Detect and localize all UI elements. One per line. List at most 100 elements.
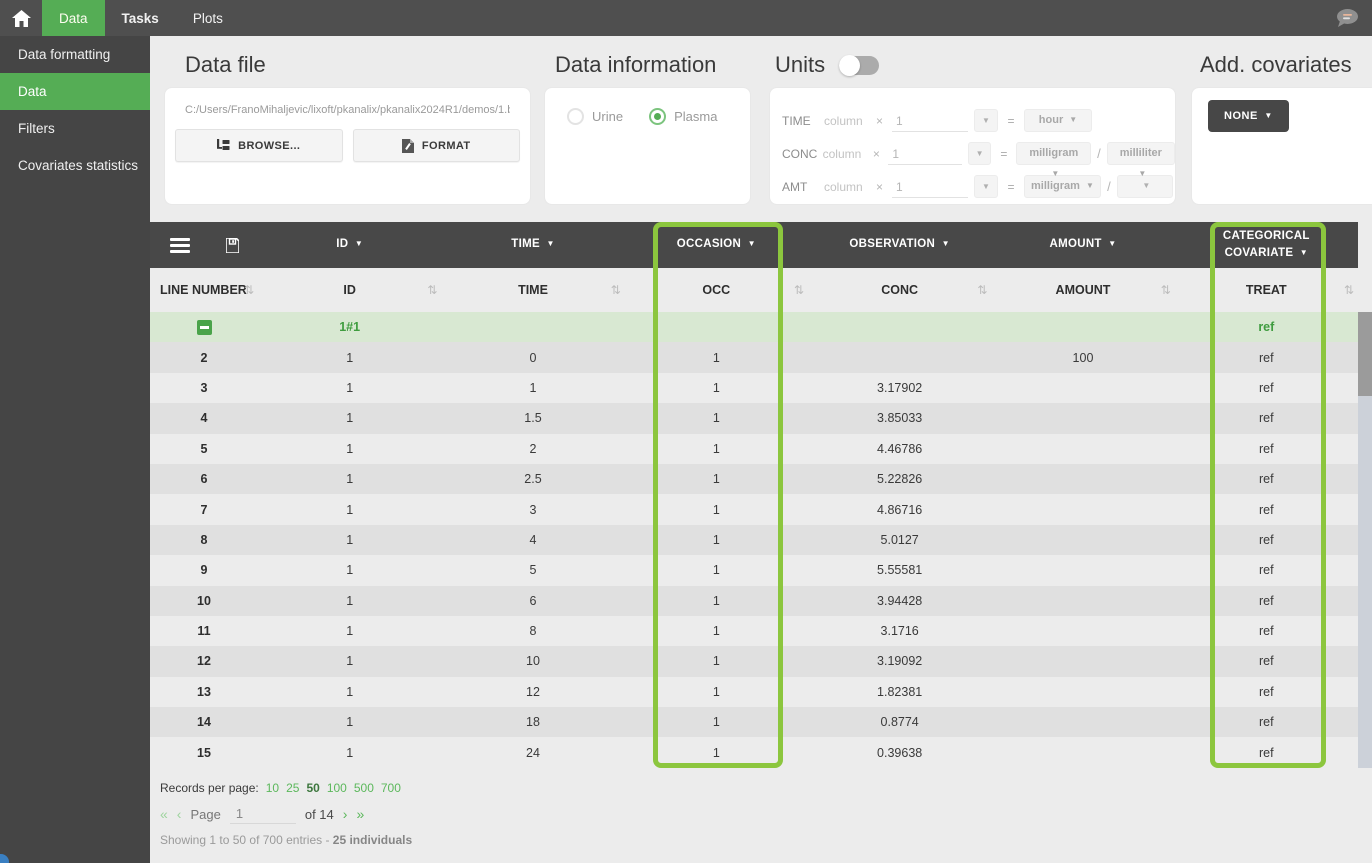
tab-data[interactable]: Data xyxy=(42,0,105,36)
table-row[interactable]: 13 1 12 1 1.82381 ref xyxy=(150,676,1358,708)
format-button[interactable]: FORMAT xyxy=(352,129,520,162)
save-icon[interactable] xyxy=(226,237,239,253)
sort-icon[interactable]: ⇅ xyxy=(1161,283,1171,297)
cell-line-number: 12 xyxy=(197,654,211,669)
table-group-row[interactable]: 1#1 ref xyxy=(150,312,1358,343)
unit-dropdown-amt[interactable]: milligram ▼ xyxy=(1024,175,1101,198)
collapse-group-icon[interactable] xyxy=(196,319,212,335)
table-scrollbar-thumb[interactable] xyxy=(1358,312,1372,396)
cell-id: 1 xyxy=(346,745,354,760)
table-scrollbar[interactable] xyxy=(1358,312,1372,768)
unit-column-dropdown[interactable]: ▼ xyxy=(974,175,998,198)
prev-page-button[interactable]: ‹ xyxy=(177,806,182,822)
sort-icon[interactable]: ⇅ xyxy=(427,283,437,297)
table-row[interactable]: 9 1 5 1 5.55581 ref xyxy=(150,555,1358,586)
page-count-label: of 14 xyxy=(304,806,334,822)
column-header-label: OCC xyxy=(702,283,731,297)
table-row[interactable]: 10 1 6 1 3.94428 ref xyxy=(150,585,1358,616)
table-row[interactable]: 12 1 10 1 3.19092 ref xyxy=(150,646,1358,677)
column-type-categorical-covariate[interactable]: CATEGORICAL COVARIATE ▼ xyxy=(1175,228,1358,263)
cell-occ: 1 xyxy=(712,380,720,395)
cell-line-number: 3 xyxy=(200,380,208,395)
sidebar-item-covariates-statistics[interactable]: Covariates statistics xyxy=(0,147,150,184)
unit-row-label: TIME xyxy=(782,113,811,128)
sidebar-item-data-formatting[interactable]: Data formatting xyxy=(0,36,150,73)
tab-plots[interactable]: Plots xyxy=(176,0,240,36)
records-option-700[interactable]: 700 xyxy=(381,781,401,795)
column-type-time[interactable]: TIME ▼ xyxy=(441,228,624,263)
covariates-none-dropdown[interactable]: NONE ▼ xyxy=(1208,100,1289,132)
unit-factor-input[interactable]: 1 xyxy=(888,143,962,165)
first-page-button[interactable]: « xyxy=(160,806,168,822)
column-header-occ: OCC ⇅ xyxy=(625,283,808,297)
page-label: Page xyxy=(190,806,221,822)
sort-icon[interactable]: ⇅ xyxy=(244,283,254,297)
cell-treat: ref xyxy=(1259,350,1274,365)
column-type-observation[interactable]: OBSERVATION ▼ xyxy=(808,228,991,263)
unit-factor-input[interactable]: 1 xyxy=(892,110,968,132)
records-option-10[interactable]: 10 xyxy=(266,781,279,795)
sort-icon[interactable]: ⇅ xyxy=(611,283,621,297)
page-number-input[interactable] xyxy=(229,804,296,824)
browse-button[interactable]: BROWSE... xyxy=(175,129,343,162)
radio-circle-urine[interactable] xyxy=(567,108,584,125)
cell-id: 1 xyxy=(346,350,354,365)
radio-plasma[interactable]: Plasma xyxy=(649,108,717,125)
unit-denominator-dropdown-amt[interactable]: ▼ xyxy=(1116,175,1173,198)
sort-icon[interactable]: ⇅ xyxy=(794,283,804,297)
units-toggle-knob xyxy=(839,54,861,76)
sidebar-item-filters[interactable]: Filters xyxy=(0,110,150,147)
unit-factor-input[interactable]: 1 xyxy=(892,176,968,198)
table-row[interactable]: 3 1 1 1 3.17902 ref xyxy=(150,372,1358,404)
units-toggle[interactable] xyxy=(839,54,880,76)
table-row[interactable]: 2 1 0 1 100 ref xyxy=(150,342,1358,373)
column-type-label: AMOUNT ▼ xyxy=(1049,238,1117,251)
next-page-button[interactable]: › xyxy=(343,806,348,822)
last-page-button[interactable]: » xyxy=(356,806,364,822)
cell-line-number: 10 xyxy=(197,593,211,608)
column-type-amount[interactable]: AMOUNT ▼ xyxy=(991,228,1174,263)
unit-dropdown-conc[interactable]: milligram ▼ xyxy=(1016,142,1092,178)
table-row[interactable]: 11 1 8 1 3.1716 ref xyxy=(150,615,1358,647)
radio-urine[interactable]: Urine xyxy=(567,108,623,125)
tab-tasks[interactable]: Tasks xyxy=(105,0,176,36)
equals-sign: = xyxy=(1000,146,1008,161)
column-type-occasion[interactable]: OCCASION ▼ xyxy=(625,228,808,263)
sort-icon[interactable]: ⇅ xyxy=(1344,283,1354,297)
table-row[interactable]: 6 1 2.5 1 5.22826 ref xyxy=(150,463,1358,495)
unit-column-placeholder: column xyxy=(824,113,863,128)
unit-denominator-dropdown-conc[interactable]: milliliter ▼ xyxy=(1106,142,1175,178)
cell-line-number: 11 xyxy=(197,624,211,639)
unit-dropdown-time[interactable]: hour ▼ xyxy=(1024,109,1092,132)
chat-icon[interactable] xyxy=(1334,8,1360,28)
table-row[interactable]: 8 1 4 1 5.0127 ref xyxy=(150,524,1358,556)
cell-line-number: 4 xyxy=(200,411,208,426)
records-option-50[interactable]: 50 xyxy=(306,781,319,795)
table-row[interactable]: 14 1 18 1 0.8774 ref xyxy=(150,707,1358,738)
unit-column-dropdown[interactable]: ▼ xyxy=(974,109,998,132)
radio-circle-plasma[interactable] xyxy=(649,108,667,125)
column-header-id: ID ⇅ xyxy=(258,283,441,297)
chevron-down-icon: ▼ xyxy=(1051,169,1060,178)
column-type-id[interactable]: ID ▼ xyxy=(258,228,441,263)
radio-label-urine: Urine xyxy=(592,109,624,124)
records-option-25[interactable]: 25 xyxy=(286,781,299,795)
table-row[interactable]: 15 1 24 1 0.39638 ref xyxy=(150,737,1358,768)
cell-treat: ref xyxy=(1259,380,1274,395)
records-option-500[interactable]: 500 xyxy=(354,781,374,795)
cell-id: 1 xyxy=(346,684,354,699)
home-icon[interactable] xyxy=(0,0,42,36)
records-option-100[interactable]: 100 xyxy=(327,781,347,795)
table-row[interactable]: 4 1 1.5 1 3.85033 ref xyxy=(150,403,1358,434)
data-table: ID ▼ TIME ▼ OCCASION ▼ OBSERVATION ▼ AMOUNT … xyxy=(150,222,1358,768)
units-row-amt: AMT column × 1 ▼ = milligram ▼ / ▼ xyxy=(782,170,1175,203)
table-row[interactable]: 5 1 2 1 4.46786 ref xyxy=(150,433,1358,464)
equals-sign: = xyxy=(1007,113,1015,128)
table-menu-icon[interactable] xyxy=(170,235,190,256)
cell-conc: 4.86716 xyxy=(877,502,923,517)
unit-column-dropdown[interactable]: ▼ xyxy=(967,142,992,165)
sidebar-item-data[interactable]: Data xyxy=(0,73,150,110)
table-row[interactable]: 7 1 3 1 4.86716 ref xyxy=(150,494,1358,525)
sort-icon[interactable]: ⇅ xyxy=(977,283,987,297)
units-card: TIME column × 1 ▼ = hour ▼ CONC column × 1 ▼ = millig… xyxy=(770,88,1175,204)
